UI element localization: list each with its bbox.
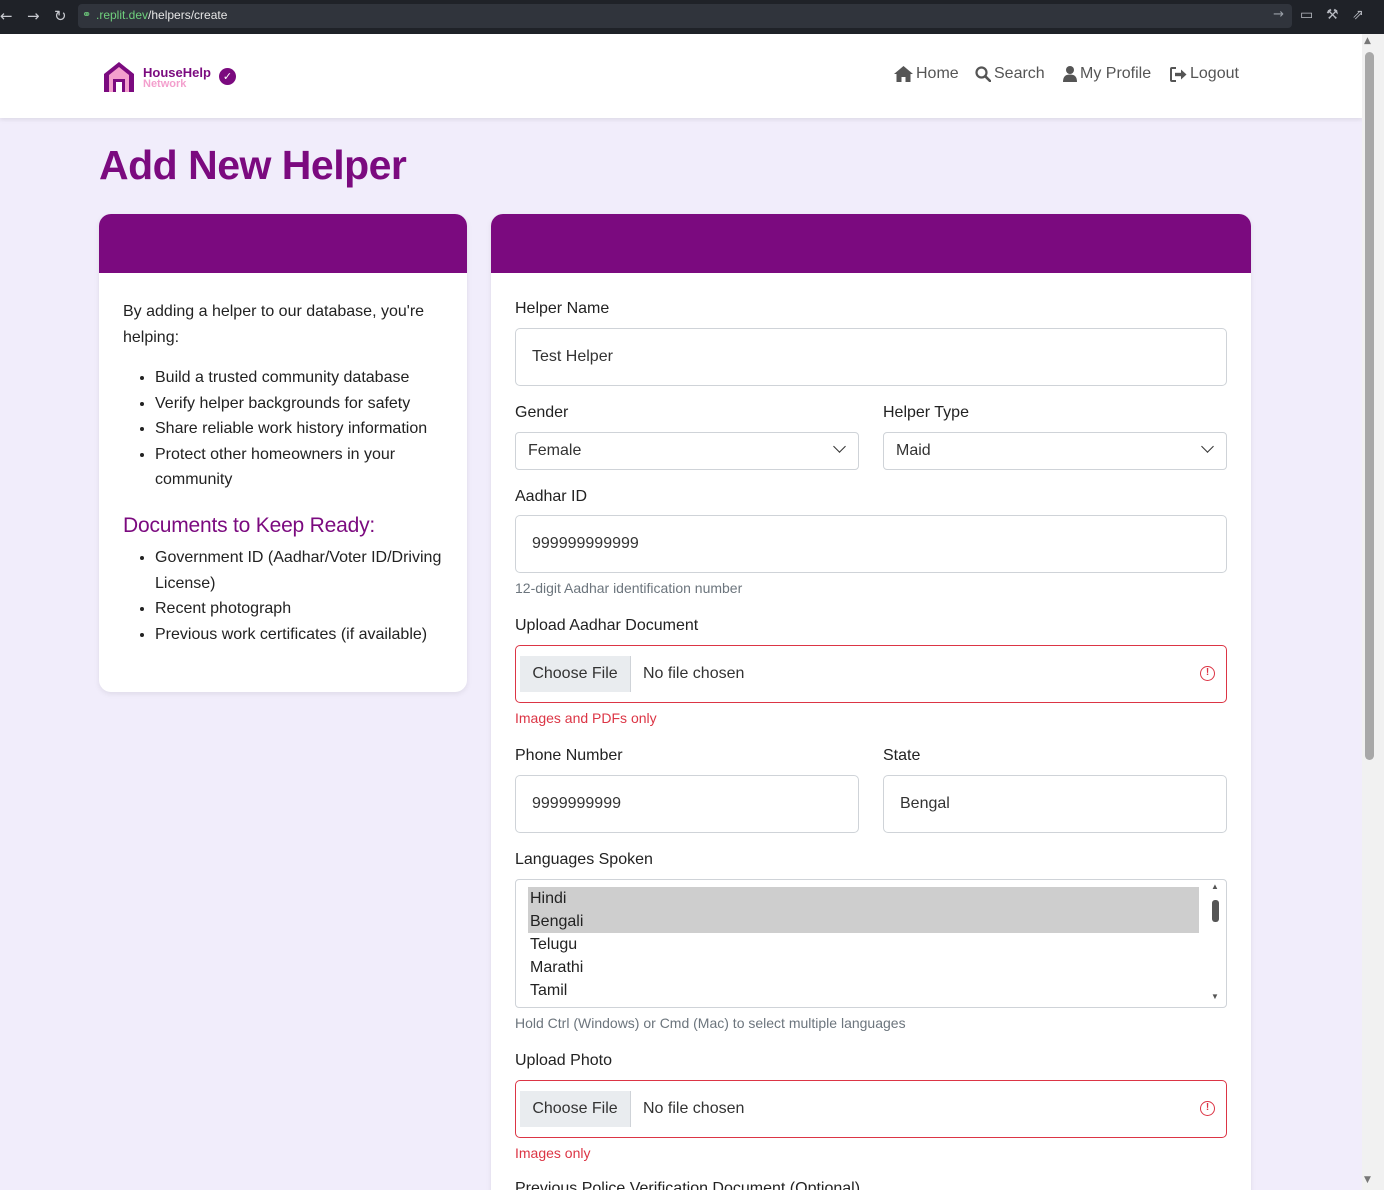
list-item: Build a trusted community database — [155, 365, 443, 391]
browser-toolbar: ← → ↻ ⚭ .replit.dev/helpers/create → ▭ ⚒… — [0, 0, 1384, 34]
info-card-header — [99, 214, 467, 273]
home-icon — [894, 66, 913, 82]
address-text: .replit.dev/helpers/create — [96, 8, 228, 22]
phone-input[interactable]: 9999999999 — [515, 775, 859, 833]
aadhar-id-value: 999999999999 — [532, 535, 639, 552]
nav-home-label: Home — [916, 65, 959, 82]
form-card-header — [491, 214, 1251, 273]
docs-heading: Documents to Keep Ready: — [123, 513, 376, 537]
language-option-marathi[interactable]: Marathi — [528, 956, 1199, 979]
aadhar-id-help: 12-digit Aadhar identification number — [515, 580, 743, 596]
search-icon — [975, 66, 991, 82]
language-option-tamil[interactable]: Tamil — [528, 979, 1199, 1002]
chevron-down-icon — [1201, 440, 1214, 453]
list-item: Verify helper backgrounds for safety — [155, 391, 443, 417]
logout-icon — [1170, 66, 1187, 82]
scrollbar-thumb[interactable] — [1212, 900, 1219, 922]
helper-type-select[interactable]: Maid — [883, 432, 1227, 470]
nav-profile[interactable]: My Profile — [1063, 65, 1151, 83]
list-item: Previous work certificates (if available… — [155, 622, 443, 648]
page-title: Add New Helper — [99, 142, 407, 188]
aadhar-id-input[interactable]: 999999999999 — [515, 515, 1227, 573]
languages-label: Languages Spoken — [515, 851, 653, 868]
error-icon: ! — [1200, 1101, 1215, 1116]
gender-label: Gender — [515, 404, 569, 421]
back-arrow-icon[interactable]: ← — [0, 7, 13, 25]
file-status: No file chosen — [643, 1100, 745, 1117]
chevron-down-icon — [833, 440, 846, 453]
nav-home[interactable]: Home — [894, 65, 959, 83]
aadhar-doc-label: Upload Aadhar Document — [515, 617, 699, 634]
reload-icon[interactable]: ↻ — [54, 7, 67, 25]
scroll-up-arrow-icon[interactable]: ▲ — [1364, 36, 1371, 46]
nav-search[interactable]: Search — [975, 65, 1045, 83]
aadhar-doc-error: Images and PDFs only — [515, 710, 657, 726]
scrollbar-thumb[interactable] — [1365, 52, 1374, 760]
benefits-list: Build a trusted community database Verif… — [155, 365, 443, 493]
language-option-telugu[interactable]: Telugu — [528, 933, 1199, 956]
state-value: Bengal — [900, 795, 950, 812]
brand-subname: Network — [143, 78, 187, 90]
nav-search-label: Search — [994, 65, 1045, 82]
info-intro: By adding a helper to our database, you'… — [123, 303, 425, 346]
state-input[interactable]: Bengal — [883, 775, 1227, 833]
house-logo-icon — [104, 62, 134, 92]
go-arrow-icon[interactable]: → — [1273, 7, 1284, 22]
phone-value: 9999999999 — [532, 795, 621, 812]
nav-logout[interactable]: Logout — [1170, 65, 1239, 83]
languages-multiselect[interactable]: Hindi Bengali Telugu Marathi Tamil ▲ ▼ — [515, 879, 1227, 1008]
scroll-down-arrow-icon[interactable]: ▼ — [1211, 992, 1219, 1001]
list-item: Share reliable work history information — [155, 416, 443, 442]
scroll-down-arrow-icon[interactable]: ▼ — [1364, 1175, 1371, 1185]
language-option-bengali[interactable]: Bengali — [528, 910, 1199, 933]
state-label: State — [883, 747, 921, 764]
choose-file-button[interactable]: Choose File — [520, 1091, 631, 1127]
external-link-icon[interactable]: ⇗ — [1352, 7, 1364, 23]
docs-list: Government ID (Aadhar/Voter ID/Driving L… — [155, 545, 443, 647]
list-item: Recent photograph — [155, 596, 443, 622]
helper-name-value: Test Helper — [532, 348, 613, 365]
nav-logout-label: Logout — [1190, 65, 1239, 82]
helper-name-label: Helper Name — [515, 300, 610, 317]
nav-profile-label: My Profile — [1080, 65, 1152, 82]
brand-logo[interactable]: HouseHelp Network ✓ — [102, 60, 242, 96]
verified-check-icon: ✓ — [219, 68, 236, 85]
file-status: No file chosen — [643, 665, 745, 682]
photo-label: Upload Photo — [515, 1052, 612, 1069]
error-icon: ! — [1200, 666, 1215, 681]
gender-select[interactable]: Female — [515, 432, 859, 470]
link-icon: ⚭ — [82, 8, 92, 21]
languages-help: Hold Ctrl (Windows) or Cmd (Mac) to sele… — [515, 1015, 906, 1031]
languages-scrollbar[interactable]: ▲ ▼ — [1210, 882, 1222, 1004]
wrench-icon[interactable]: ⚒ — [1326, 7, 1339, 23]
monitor-icon[interactable]: ▭ — [1300, 7, 1313, 23]
list-item: Protect other homeowners in your communi… — [155, 442, 443, 493]
user-icon — [1063, 66, 1077, 82]
photo-file-input[interactable]: Choose File No file chosen ! — [515, 1080, 1227, 1138]
page-scrollbar[interactable]: ▲ ▼ — [1362, 34, 1384, 1190]
aadhar-id-label: Aadhar ID — [515, 488, 588, 505]
language-option-hindi[interactable]: Hindi — [528, 887, 1199, 910]
helper-type-label: Helper Type — [883, 404, 969, 421]
address-bar[interactable]: ⚭ .replit.dev/helpers/create → — [78, 4, 1292, 28]
gender-value: Female — [528, 442, 582, 459]
photo-error: Images only — [515, 1145, 591, 1161]
forward-arrow-icon[interactable]: → — [27, 7, 40, 25]
helper-name-input[interactable]: Test Helper — [515, 328, 1227, 386]
info-card: By adding a helper to our database, you'… — [99, 214, 467, 692]
phone-label: Phone Number — [515, 747, 623, 764]
choose-file-button[interactable]: Choose File — [520, 656, 631, 692]
police-doc-label: Previous Police Verification Document (O… — [515, 1180, 861, 1190]
helper-type-value: Maid — [896, 442, 931, 459]
site-header: HouseHelp Network ✓ Home Search My Profi… — [0, 34, 1362, 118]
aadhar-doc-file-input[interactable]: Choose File No file chosen ! — [515, 645, 1227, 703]
list-item: Government ID (Aadhar/Voter ID/Driving L… — [155, 545, 443, 596]
scroll-up-arrow-icon[interactable]: ▲ — [1211, 882, 1219, 891]
